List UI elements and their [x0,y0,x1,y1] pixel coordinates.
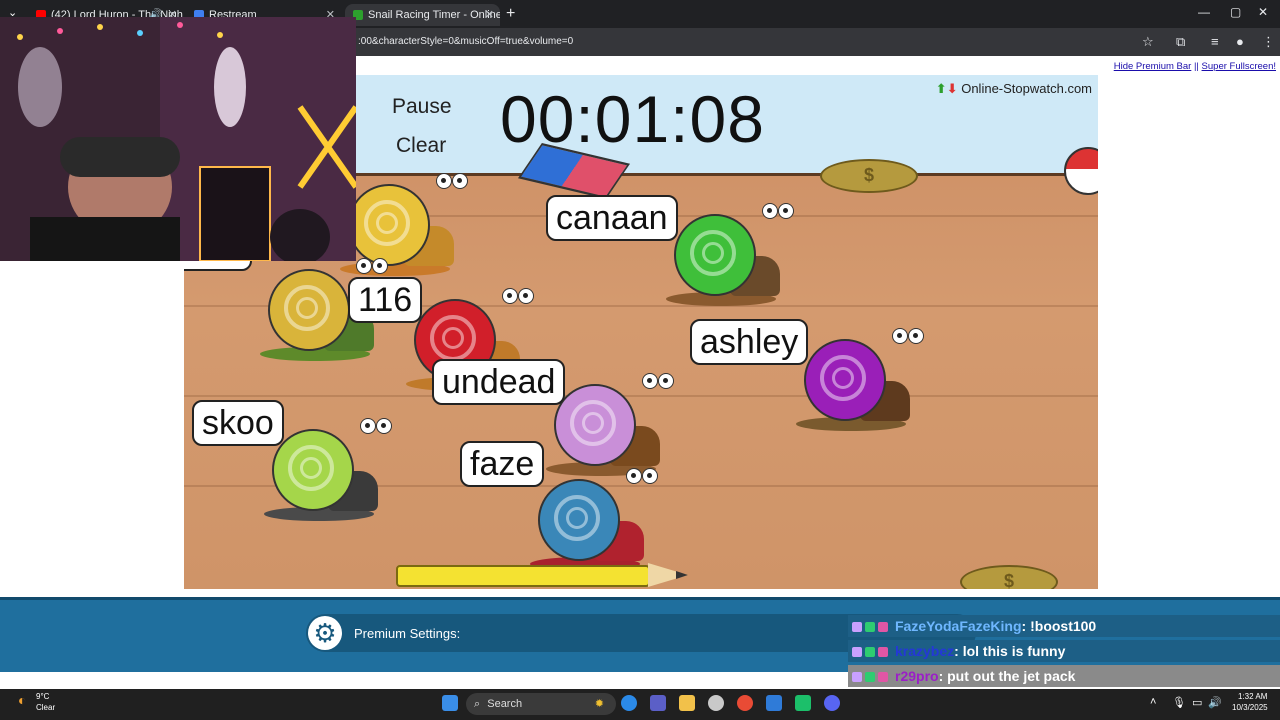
snail-shell [804,339,886,421]
chat-badge-icon [865,647,875,658]
snail-ashley [796,328,934,431]
search-label: Search [487,698,523,710]
extensions-icon[interactable]: ⧉ [1176,34,1185,50]
chat-badge-icon [865,622,875,633]
chat-badge-icon [852,622,862,633]
snail-shell [674,214,756,296]
snail-eyes [892,328,926,344]
super-fullscreen-link[interactable]: Super Fullscreen! [1202,61,1276,72]
search-icon: ⌕ [474,698,481,710]
network-icon[interactable]: ▭ [1192,696,1202,709]
minimize-button[interactable]: — [1198,5,1210,19]
clock-time[interactable]: 1:32 AM [1238,692,1267,701]
coin-icon: $ [820,159,918,193]
windows-start-icon[interactable] [442,695,458,711]
sun-icon: ✹ [594,698,604,710]
streamer-webcam-image [0,17,356,261]
pause-button[interactable]: Pause [392,95,452,119]
premium-settings-label: Premium Settings: [354,626,461,641]
url-field[interactable]: :00&characterStyle=0&musicOff=true&volum… [358,36,573,47]
snail-faze [530,468,668,571]
coin-icon: $ [960,565,1058,589]
chat-text: : lol this is funny [954,643,1066,659]
clear-button[interactable]: Clear [396,134,446,158]
snail-undead [546,373,684,476]
chrome-icon[interactable] [737,695,753,711]
snail-shell [268,269,350,351]
profile-icon[interactable]: ● [1236,34,1244,49]
app-icon[interactable] [795,695,811,711]
snail-shell [348,184,430,266]
chat-message: FazeYodaFazeKing: !boost100 [848,615,1280,637]
webcam-overlay [0,17,356,261]
snail-label-ashley: ashley [690,319,809,365]
chat-badge-icon [878,647,888,658]
snail-skoo [264,418,402,521]
snail-label-faze: faze [460,441,545,487]
volume-icon[interactable]: 🔊 [1208,696,1222,709]
close-tab-icon[interactable]: ✕ [485,4,494,26]
weather-desc[interactable]: Clear [36,703,55,712]
snail-eyes [360,418,394,434]
brand-text: Online-Stopwatch.com [961,81,1092,96]
weather-temp[interactable]: 9°C [36,692,49,701]
taskbar-search[interactable]: ⌕ Search ✹ [466,693,616,715]
snail-shell [538,479,620,561]
snail-eyes [626,468,660,484]
tab-snail-racing-timer[interactable]: Snail Racing Timer - Online St ✕ [345,4,500,26]
snail-shell [272,429,354,511]
weather-moon-icon: ◐ [18,692,27,708]
down-arrow-icon: ⬇ [946,81,958,96]
snail-eyes [642,373,676,389]
restore-button[interactable]: ▢ [1230,5,1241,19]
snail-shell [554,384,636,466]
file-explorer-icon[interactable] [679,695,695,711]
ball-obstacle [1064,147,1098,195]
snail-eyes [436,173,470,189]
chat-badge-icon [865,672,875,683]
discord-icon[interactable] [824,695,840,711]
menu-icon[interactable]: ⋮ [1262,34,1275,50]
store-icon[interactable] [766,695,782,711]
chat-username[interactable]: krazybez [895,643,954,659]
microphone-icon[interactable]: 🎙 [1172,696,1186,709]
tray-chevron-icon[interactable]: ˄ [1150,696,1156,708]
snail-canaan [666,203,804,306]
snail-eyes [762,203,796,219]
chat-text: : put out the jet pack [938,668,1076,684]
chat-message: r29pro: put out the jet pack [848,665,1280,687]
snail-eyes [502,288,536,304]
snail-yellow-top [340,173,478,276]
app-icon[interactable] [708,695,724,711]
gear-icon[interactable]: ⚙ [308,616,342,650]
snail-label-skoo: skoo [192,400,284,446]
snail-label-116: 116 [348,277,423,323]
chat-message: krazybez: lol this is funny [848,640,1280,662]
chat-username[interactable]: FazeYodaFazeKing [895,618,1022,634]
chat-badge-icon [878,672,888,683]
chat-username[interactable]: r29pro [895,668,939,684]
close-window-button[interactable]: ✕ [1258,5,1268,19]
media-icon[interactable]: ≡ [1211,34,1219,49]
pencil-obstacle [396,563,688,587]
snail-eyes [356,258,390,274]
brand-logo[interactable]: ⬆⬇ Online-Stopwatch.com [936,81,1092,97]
bookmark-star-icon[interactable]: ☆ [1142,34,1154,50]
snail-label-canaan: canaan [546,195,678,241]
tab-title: Snail Racing Timer - Online St [368,9,500,21]
hide-premium-bar-link[interactable]: Hide Premium Bar [1114,61,1192,72]
chat-badge-icon [878,622,888,633]
windows-taskbar: ◐ 9°C Clear ⌕ Search ✹ ˄ 🎙 ▭ 🔊 1:32 AM 1… [0,689,1280,720]
clock-date[interactable]: 10/3/2025 [1232,703,1268,712]
chat-badge-icon [852,647,862,658]
up-arrow-icon: ⬆ [935,81,947,96]
new-tab-button[interactable]: + [506,4,515,24]
teams-icon[interactable] [650,695,666,711]
chat-text: : !boost100 [1021,618,1097,634]
snail-label-undead: undead [432,359,566,405]
link-separator: || [1191,61,1202,72]
premium-links: Hide Premium Bar || Super Fullscreen! [1114,61,1276,72]
edge-icon[interactable] [621,695,637,711]
chat-badge-icon [852,672,862,683]
